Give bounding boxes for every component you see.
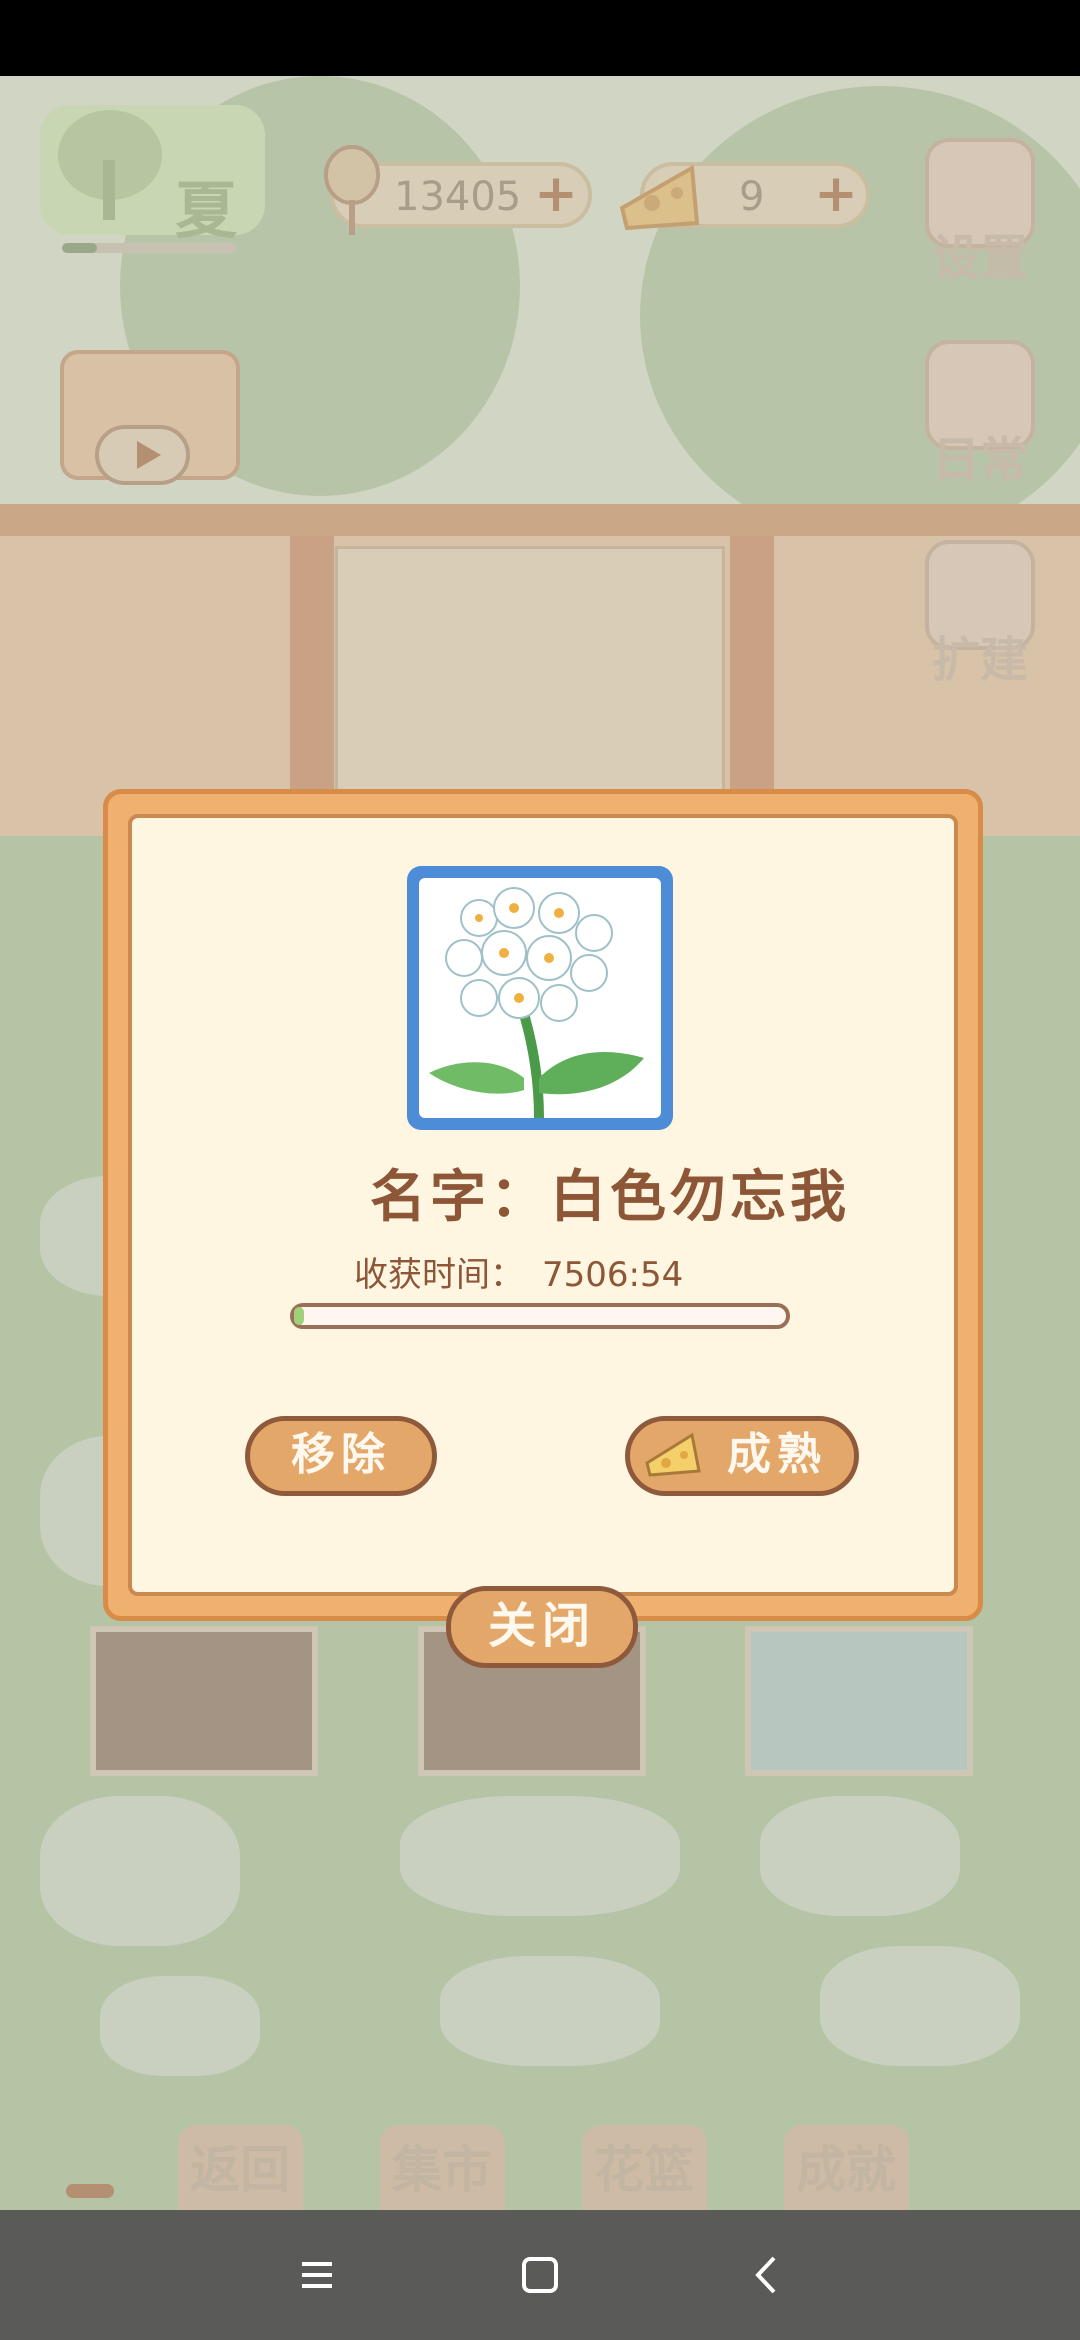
expand-button[interactable]: 扩建 [920,540,1040,690]
market-nav-button[interactable]: 集市 [377,2130,507,2202]
flower-name-value: 白色勿忘我 [550,1165,850,1230]
tree-icon [58,110,162,220]
flower-name-prefix: 名字： [370,1165,550,1230]
garden-plot[interactable] [745,1626,973,1776]
back-icon[interactable] [742,2250,792,2300]
status-bar [0,0,1080,76]
settings-button[interactable]: 设置 [920,138,1040,288]
basket-nav-button[interactable]: 花篮 [579,2130,709,2202]
daily-button[interactable]: 日常 [920,340,1040,490]
fish-currency-value: 13405 [394,174,522,220]
play-video-icon[interactable] [95,425,190,485]
growth-progress-fill [294,1307,304,1325]
harvest-time-row: 收获时间： 7506:54 [354,1247,683,1296]
add-fish-icon[interactable]: + [534,168,578,220]
forget-me-not-icon [429,887,644,1118]
harvest-time-value: 7506:54 [542,1255,684,1295]
fishbone-icon [324,145,380,235]
close-button[interactable]: 关闭 [446,1586,638,1668]
season-label: 夏 [175,174,238,247]
remove-button[interactable]: 移除 [245,1416,437,1496]
growth-progress-bar [290,1303,790,1329]
flower-name: 名字：白色勿忘我 [370,1152,850,1233]
collapse-icon[interactable] [66,2184,114,2198]
home-icon[interactable] [515,2250,565,2300]
garden-plot[interactable] [90,1626,318,1776]
menu-icon[interactable] [292,2250,342,2300]
mature-button[interactable]: 成熟 [625,1416,859,1496]
achievement-nav-button[interactable]: 成就 [781,2130,911,2202]
season-progress-bar [62,243,237,253]
cheese-icon [619,164,700,231]
cheese-icon [645,1432,701,1477]
back-nav-button[interactable]: 返回 [175,2130,305,2202]
flower-image-frame [407,866,673,1130]
cheese-currency-value: 9 [739,174,765,220]
add-cheese-icon[interactable]: + [814,168,858,220]
harvest-time-label: 收获时间： [354,1255,524,1295]
